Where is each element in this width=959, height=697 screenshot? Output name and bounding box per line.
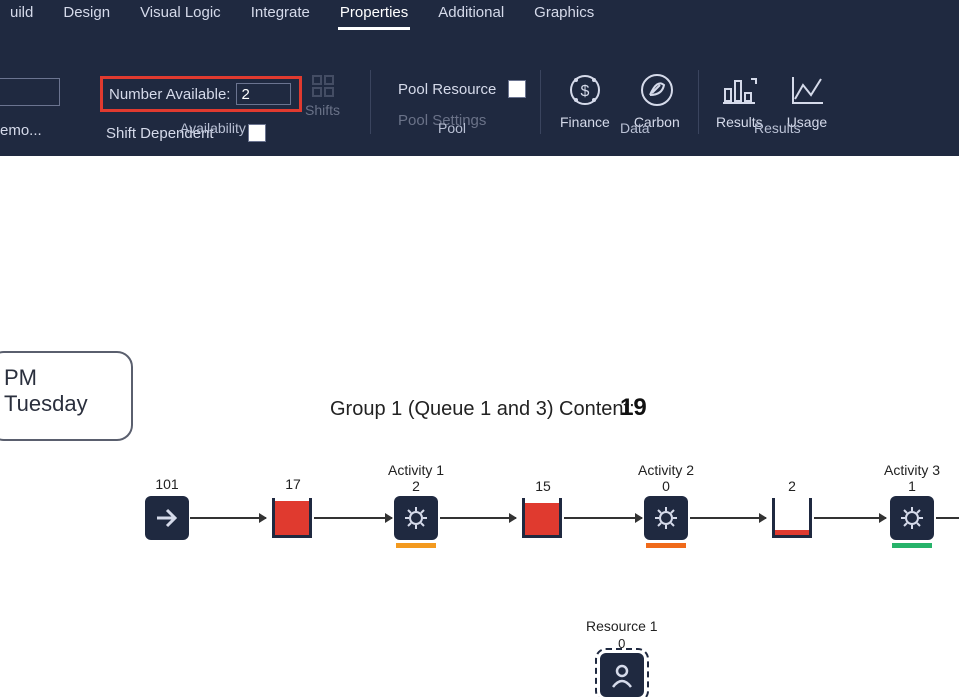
entry-node[interactable] — [145, 496, 189, 540]
results-group-label: Results — [754, 120, 801, 136]
resource-count: 0 — [586, 636, 658, 651]
queue2-count: 15 — [528, 478, 558, 494]
leaf-icon — [637, 70, 677, 110]
number-available-input[interactable] — [236, 83, 291, 105]
gear-icon — [898, 504, 926, 532]
group-content-value: 19 — [620, 394, 647, 422]
pool-group-label: Pool — [438, 120, 466, 136]
process-flow: 101 17 Activity 1 2 15 Activity 2 0 — [140, 476, 959, 556]
model-canvas[interactable]: PM Tuesday Group 1 (Queue 1 and 3) Conte… — [0, 156, 959, 547]
queue-2[interactable] — [522, 498, 562, 538]
activity2-count: 0 — [656, 478, 676, 494]
shifts-icon — [309, 72, 337, 100]
tab-integrate[interactable]: Integrate — [249, 2, 312, 30]
activity-1[interactable] — [394, 496, 438, 540]
gear-icon — [402, 504, 430, 532]
activity2-status-bar — [646, 543, 686, 548]
bar-chart-icon — [719, 70, 759, 110]
tab-properties[interactable]: Properties — [338, 2, 410, 30]
clock-display: PM Tuesday — [0, 351, 133, 441]
flow-arrow — [814, 517, 886, 519]
activity2-label: Activity 2 — [638, 462, 694, 478]
number-available-row: Number Available: — [100, 76, 302, 112]
gear-icon — [652, 504, 680, 532]
queue-1[interactable] — [272, 498, 312, 538]
tab-graphics[interactable]: Graphics — [532, 2, 596, 30]
activity3-label: Activity 3 — [884, 462, 940, 478]
shifts-button: Shifts — [305, 72, 340, 118]
activity3-count: 1 — [902, 478, 922, 494]
finance-button[interactable]: $ Finance — [560, 70, 610, 130]
queue1-count: 17 — [278, 476, 308, 492]
flow-arrow — [440, 517, 516, 519]
separator — [540, 70, 541, 134]
activity-3[interactable] — [890, 496, 934, 540]
flow-arrow — [190, 517, 266, 519]
memo-button[interactable]: emo... — [0, 122, 42, 139]
group-content-label: Group 1 (Queue 1 and 3) Content: — [330, 398, 635, 421]
clock-day: Tuesday — [4, 391, 121, 417]
arrow-right-icon — [153, 504, 181, 532]
activity1-count: 2 — [406, 478, 426, 494]
flow-arrow — [314, 517, 392, 519]
data-group-label: Data — [620, 120, 650, 136]
pool-resource-checkbox[interactable] — [508, 80, 526, 98]
entry-count: 101 — [152, 476, 182, 492]
activity-2[interactable] — [644, 496, 688, 540]
ribbon: uild Design Visual Logic Integrate Prope… — [0, 0, 959, 156]
person-icon — [608, 661, 636, 689]
ribbon-tabs: uild Design Visual Logic Integrate Prope… — [0, 0, 959, 30]
queue-3[interactable] — [772, 498, 812, 538]
activity3-status-bar — [892, 543, 932, 548]
flow-arrow — [690, 517, 766, 519]
svg-text:$: $ — [580, 83, 589, 100]
resource-1[interactable]: Resource 1 0 — [586, 618, 658, 697]
tab-build[interactable]: uild — [8, 2, 35, 30]
shift-dependent-checkbox[interactable] — [248, 124, 266, 142]
tab-visual-logic[interactable]: Visual Logic — [138, 2, 223, 30]
separator — [370, 70, 371, 134]
flow-arrow — [564, 517, 642, 519]
number-available-label: Number Available: — [109, 86, 230, 103]
activity1-status-bar — [396, 543, 436, 548]
money-icon: $ — [565, 70, 605, 110]
availability-group-label: Availability — [180, 120, 246, 136]
resource-label: Resource 1 — [586, 618, 658, 634]
tab-design[interactable]: Design — [61, 2, 112, 30]
activity1-label: Activity 1 — [388, 462, 444, 478]
separator — [698, 70, 699, 134]
tab-additional[interactable]: Additional — [436, 2, 506, 30]
name-field-partial[interactable] — [0, 78, 60, 106]
finance-label: Finance — [560, 114, 610, 130]
pool-resource-label: Pool Resource — [398, 81, 496, 98]
queue3-count: 2 — [782, 478, 802, 494]
clock-time: PM — [4, 365, 121, 391]
shifts-label: Shifts — [305, 102, 340, 118]
line-chart-icon — [787, 70, 827, 110]
flow-arrow — [936, 517, 959, 519]
